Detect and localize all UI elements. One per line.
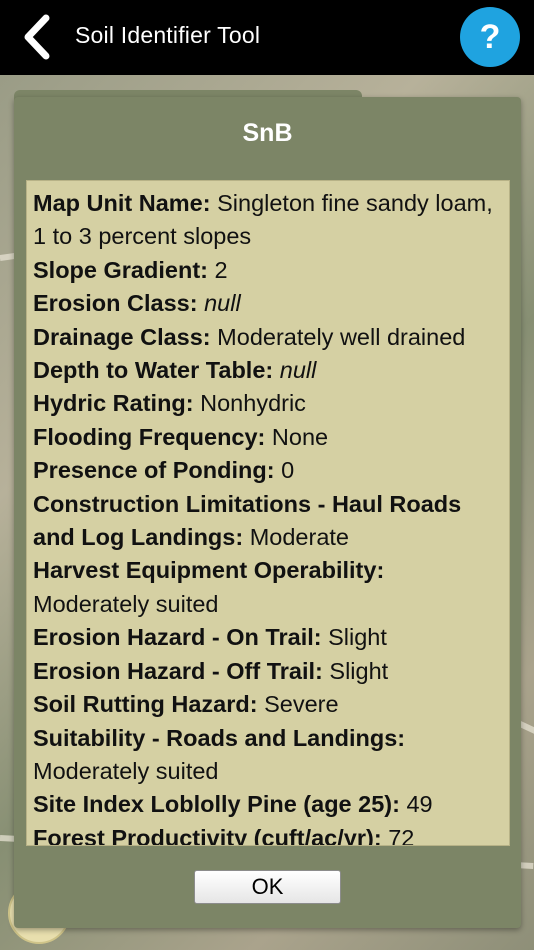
soil-property-label: Suitability - Roads and Landings:: [33, 724, 406, 751]
soil-property-label: Site Index Loblolly Pine (age 25):: [33, 791, 400, 818]
soil-property-value: Slight: [329, 657, 389, 684]
soil-property-value: null: [279, 357, 317, 384]
soil-property-row: Erosion Hazard - On Trail: Slight: [33, 621, 503, 654]
soil-property-value: null: [204, 290, 241, 317]
soil-property-value: Moderate: [249, 524, 349, 551]
soil-property-row: Erosion Hazard - Off Trail: Slight: [33, 655, 503, 688]
dialog-title: SnB: [242, 119, 293, 147]
soil-property-row: Flooding Frequency: None: [33, 421, 503, 454]
soil-property-label: Flooding Frequency:: [33, 423, 266, 450]
soil-property-label: Soil Rutting Hazard:: [33, 691, 258, 718]
soil-property-row: Presence of Ponding: 0: [33, 454, 503, 487]
soil-property-row: Map Unit Name: Singleton fine sandy loam…: [33, 187, 503, 254]
chevron-left-icon: [24, 14, 50, 60]
soil-property-row: Suitability - Roads and Landings: Modera…: [33, 722, 503, 789]
soil-property-label: Depth to Water Table:: [33, 357, 274, 384]
soil-property-label: Drainage Class:: [33, 323, 211, 350]
soil-property-row: Harvest Equipment Operability: Moderatel…: [33, 554, 503, 621]
soil-property-value: 49: [406, 791, 433, 818]
soil-property-label: Forest Productivity (cuft/ac/yr):: [33, 824, 382, 846]
soil-property-value: Moderately suited: [33, 757, 219, 784]
soil-details-panel[interactable]: Map Unit Name: Singleton fine sandy loam…: [26, 180, 510, 846]
soil-property-value: Moderately suited: [33, 590, 219, 617]
soil-property-label: Harvest Equipment Operability:: [33, 557, 385, 584]
soil-property-label: Construction Limitations - Haul Roads an…: [33, 490, 462, 551]
soil-property-value: 2: [214, 256, 228, 283]
soil-property-label: Erosion Class:: [33, 290, 198, 317]
soil-property-row: Soil Rutting Hazard: Severe: [33, 688, 503, 721]
soil-property-value: Moderately well drained: [217, 323, 466, 350]
soil-property-value: Severe: [264, 691, 339, 718]
soil-property-row: Construction Limitations - Haul Roads an…: [33, 488, 503, 555]
soil-property-label: Hydric Rating:: [33, 390, 194, 417]
soil-property-label: Slope Gradient:: [33, 256, 208, 283]
soil-property-value: Slight: [328, 624, 387, 651]
soil-property-label: Erosion Hazard - Off Trail:: [33, 657, 323, 684]
soil-property-label: Map Unit Name:: [33, 190, 211, 216]
soil-property-value: None: [271, 423, 329, 450]
soil-property-label: Presence of Ponding:: [33, 457, 275, 484]
soil-info-dialog: SnB Map Unit Name: Singleton fine sandy …: [14, 97, 521, 928]
ok-button[interactable]: OK: [194, 870, 341, 904]
soil-details-list: Map Unit Name: Singleton fine sandy loam…: [27, 181, 509, 846]
soil-property-row: Drainage Class: Moderately well drained: [33, 321, 503, 354]
soil-property-value: Nonhydric: [200, 390, 306, 417]
soil-property-row: Forest Productivity (cuft/ac/yr): 72: [33, 822, 503, 846]
back-button[interactable]: [14, 12, 60, 62]
app-bar: Soil Identifier Tool ?: [0, 0, 534, 75]
soil-property-row: Hydric Rating: Nonhydric: [33, 387, 503, 420]
soil-property-row: Site Index Loblolly Pine (age 25): 49: [33, 788, 503, 821]
soil-property-value: 0: [281, 457, 295, 484]
soil-property-row: Slope Gradient: 2: [33, 254, 503, 287]
help-button[interactable]: ?: [460, 7, 520, 67]
soil-property-row: Erosion Class: null: [33, 287, 503, 320]
soil-property-value: 72: [388, 824, 415, 846]
soil-property-label: Erosion Hazard - On Trail:: [33, 624, 322, 651]
soil-property-row: Depth to Water Table: null: [33, 354, 503, 387]
app-title: Soil Identifier Tool: [75, 22, 261, 48]
